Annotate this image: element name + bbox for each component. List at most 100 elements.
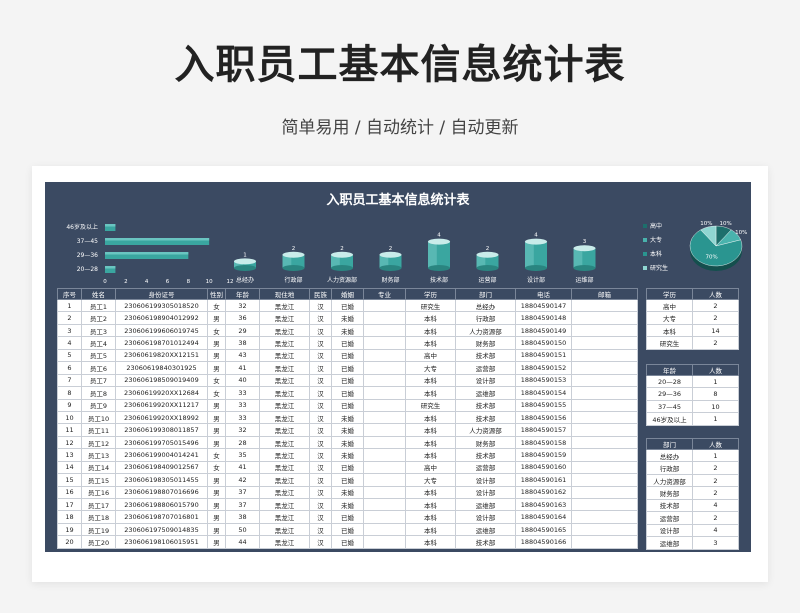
employee-cell[interactable]: 黑龙江 xyxy=(259,535,310,549)
age-cell[interactable]: 29—36 xyxy=(646,387,693,401)
employee-cell[interactable]: 33 xyxy=(225,398,260,412)
employee-cell[interactable]: 38 xyxy=(225,336,260,350)
employee-cell[interactable]: 黑龙江 xyxy=(259,460,310,475)
employee-cell[interactable]: 总经办 xyxy=(455,298,516,313)
dept-cell[interactable]: 1 xyxy=(692,448,739,463)
employee-cell[interactable] xyxy=(363,423,406,437)
employee-cell[interactable]: 员工16 xyxy=(81,485,116,500)
employee-cell[interactable]: 36 xyxy=(225,311,260,325)
employee-cell[interactable]: 员工3 xyxy=(81,323,116,338)
employee-cell[interactable]: 18804590152 xyxy=(515,361,572,375)
age-cell[interactable]: 46岁及以上 xyxy=(646,412,693,426)
employee-cell[interactable]: 汉 xyxy=(309,410,332,425)
employee-cell[interactable]: 汉 xyxy=(309,398,332,412)
dept-cell[interactable]: 行政部 xyxy=(646,461,693,475)
employee-cell[interactable]: 18804590155 xyxy=(515,398,572,412)
employee-cell[interactable]: 汉 xyxy=(309,460,332,475)
employee-cell[interactable]: 汉 xyxy=(309,348,332,363)
employee-cell[interactable]: 员工1 xyxy=(81,298,116,313)
employee-cell[interactable]: 男 xyxy=(207,522,226,537)
employee-cell[interactable]: 人力资源部 xyxy=(455,423,516,437)
employee-cell[interactable]: 43 xyxy=(225,348,260,363)
employee-cell[interactable]: 设计部 xyxy=(455,485,516,500)
employee-cell[interactable]: 18804590153 xyxy=(515,373,572,388)
employee-cell[interactable]: 15 xyxy=(57,473,82,487)
employee-cell[interactable]: 已婚 xyxy=(331,473,364,487)
employee-cell[interactable] xyxy=(363,473,406,487)
age-cell[interactable]: 10 xyxy=(692,399,739,414)
employee-cell[interactable]: 18804590166 xyxy=(515,535,572,549)
employee-cell[interactable]: 230606198403019​25 xyxy=(115,361,208,375)
dept-cell[interactable]: 技术部 xyxy=(646,498,693,513)
dept-cell[interactable]: 2 xyxy=(692,486,739,500)
employee-cell[interactable]: 汉 xyxy=(309,522,332,537)
employee-cell[interactable]: 黑龙江 xyxy=(259,497,310,512)
employee-cell[interactable]: 4 xyxy=(57,336,82,350)
employee-cell[interactable]: 6 xyxy=(57,361,82,375)
employee-cell[interactable]: 财务部 xyxy=(455,336,516,350)
employee-cell[interactable]: 32 xyxy=(225,423,260,437)
employee-cell[interactable]: 高中 xyxy=(405,348,456,363)
employee-cell[interactable]: 男 xyxy=(207,485,226,500)
employee-cell[interactable]: 未婚 xyxy=(331,423,364,437)
employee-cell[interactable]: 已婚 xyxy=(331,398,364,412)
employee-cell[interactable]: 技术部 xyxy=(455,535,516,549)
employee-cell[interactable]: 33 xyxy=(225,410,260,425)
employee-cell[interactable]: 230606198409012567 xyxy=(115,460,208,475)
employee-cell[interactable]: 230606199705015496 xyxy=(115,435,208,450)
employee-cell[interactable]: 黑龙江 xyxy=(259,348,310,363)
employee-cell[interactable] xyxy=(363,522,406,537)
edu-cell[interactable]: 14 xyxy=(692,323,739,338)
employee-cell[interactable] xyxy=(571,398,638,412)
employee-cell[interactable]: 女 xyxy=(207,448,226,462)
employee-cell[interactable]: 黑龙江 xyxy=(259,522,310,537)
employee-cell[interactable]: 财务部 xyxy=(455,435,516,450)
employee-cell[interactable]: 42 xyxy=(225,473,260,487)
employee-cell[interactable]: 18804590162 xyxy=(515,485,572,500)
employee-cell[interactable]: 230606199606019745 xyxy=(115,323,208,338)
employee-cell[interactable]: 女 xyxy=(207,373,226,388)
age-cell[interactable]: 1 xyxy=(692,374,739,389)
employee-cell[interactable]: 12 xyxy=(57,435,82,450)
employee-cell[interactable]: 黑龙江 xyxy=(259,336,310,350)
employee-cell[interactable]: 16 xyxy=(57,485,82,500)
employee-cell[interactable]: 40 xyxy=(225,373,260,388)
employee-cell[interactable]: 运维部 xyxy=(455,522,516,537)
employee-cell[interactable]: 13 xyxy=(57,448,82,462)
employee-cell[interactable]: 18804590151 xyxy=(515,348,572,363)
employee-cell[interactable] xyxy=(571,336,638,350)
employee-cell[interactable]: 18804590154 xyxy=(515,386,572,400)
employee-cell[interactable]: 本科 xyxy=(405,497,456,512)
employee-cell[interactable]: 23060619820XX12151 xyxy=(115,348,208,363)
employee-cell[interactable]: 7 xyxy=(57,373,82,388)
employee-cell[interactable]: 5 xyxy=(57,348,82,363)
employee-cell[interactable]: 设计部 xyxy=(455,510,516,524)
employee-cell[interactable] xyxy=(571,535,638,549)
employee-cell[interactable]: 230606198106015951 xyxy=(115,535,208,549)
employee-cell[interactable]: 本科 xyxy=(405,386,456,400)
employee-cell[interactable]: 运营部 xyxy=(455,460,516,475)
employee-cell[interactable]: 未婚 xyxy=(331,485,364,500)
employee-cell[interactable]: 运维部 xyxy=(455,386,516,400)
employee-cell[interactable]: 未婚 xyxy=(331,448,364,462)
employee-cell[interactable]: 3 xyxy=(57,323,82,338)
employee-cell[interactable]: 28 xyxy=(225,435,260,450)
employee-cell[interactable] xyxy=(571,460,638,475)
employee-cell[interactable]: 已婚 xyxy=(331,460,364,475)
dept-cell[interactable]: 运营部 xyxy=(646,511,693,525)
employee-cell[interactable]: 大专 xyxy=(405,361,456,375)
employee-cell[interactable]: 10 xyxy=(57,410,82,425)
employee-cell[interactable]: 研究生 xyxy=(405,298,456,313)
employee-cell[interactable]: 35 xyxy=(225,448,260,462)
employee-cell[interactable]: 员工9 xyxy=(81,398,116,412)
employee-cell[interactable]: 员工17 xyxy=(81,497,116,512)
employee-cell[interactable]: 9 xyxy=(57,398,82,412)
employee-cell[interactable]: 黑龙江 xyxy=(259,398,310,412)
employee-cell[interactable]: 本科 xyxy=(405,410,456,425)
employee-cell[interactable]: 18804590150 xyxy=(515,336,572,350)
employee-cell[interactable]: 员工15 xyxy=(81,473,116,487)
employee-cell[interactable]: 黑龙江 xyxy=(259,361,310,375)
employee-cell[interactable]: 230606198305011455 xyxy=(115,473,208,487)
employee-cell[interactable]: 汉 xyxy=(309,448,332,462)
employee-cell[interactable]: 黑龙江 xyxy=(259,410,310,425)
